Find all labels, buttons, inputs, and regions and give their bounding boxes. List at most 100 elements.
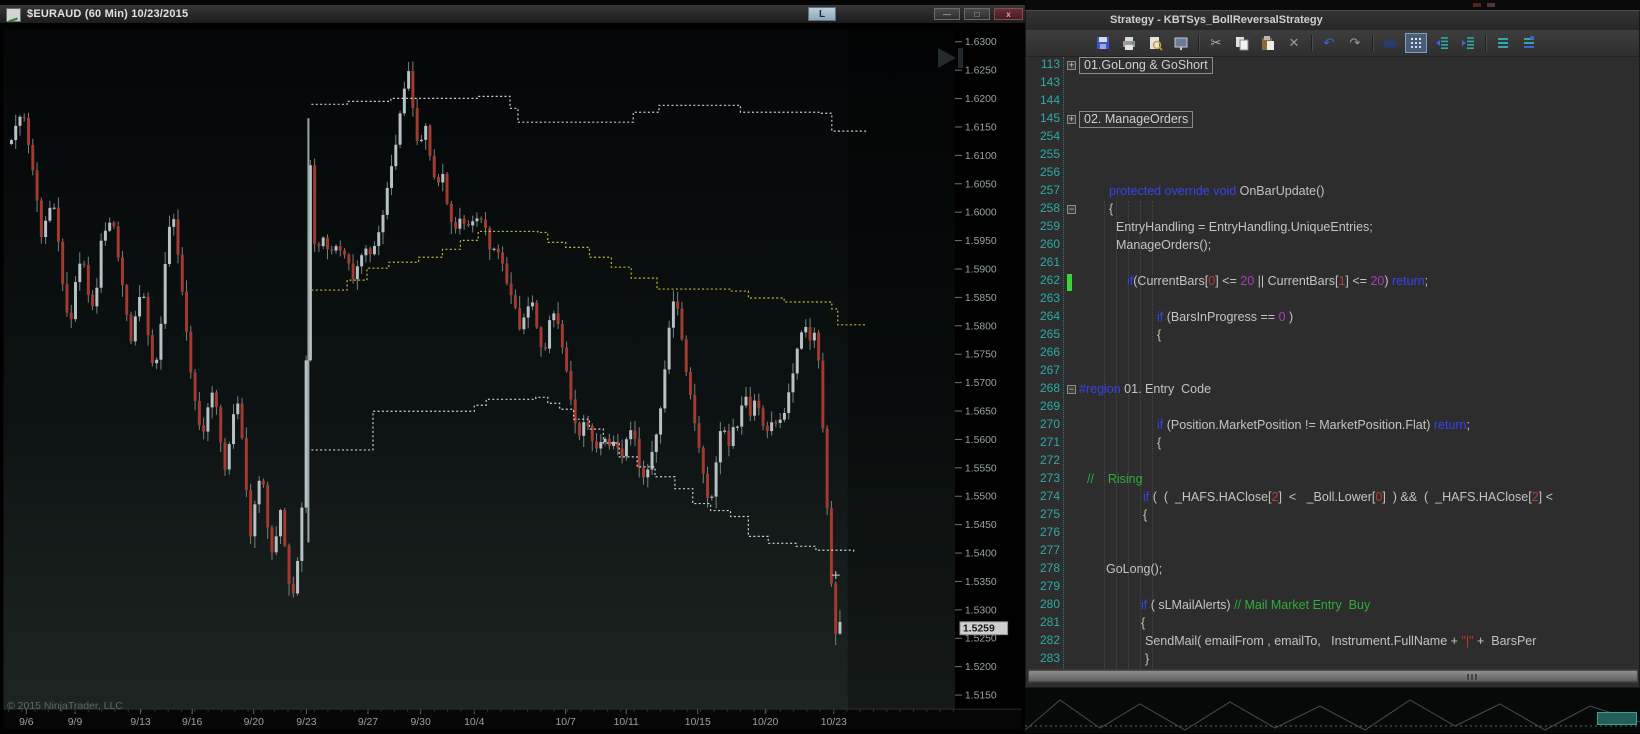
strategy-editor-window: Strategy - KBTSys_BollReversalStrategy ✂… (1025, 10, 1640, 688)
line-number: 254 (1039, 129, 1060, 143)
delete-icon[interactable]: ✕ (1283, 33, 1305, 53)
redo-icon[interactable]: ↷ (1344, 33, 1366, 53)
code-line[interactable]: 281 { (1026, 615, 1639, 633)
line-number: 145 (1039, 111, 1060, 125)
code-text: SendMail( emailFrom , emailTo, Instrumen… (1145, 634, 1537, 648)
bookmarks-icon[interactable] (1405, 33, 1427, 53)
code-line[interactable]: 262 if(CurrentBars[0] <= 20 || CurrentBar… (1026, 273, 1639, 291)
line-number: 270 (1039, 417, 1060, 431)
line-number: 264 (1039, 309, 1060, 323)
code-line[interactable]: 143 (1026, 75, 1639, 93)
code-text: EntryHandling = EntryHandling.UniqueEntr… (1116, 220, 1373, 234)
properties-icon-glyph (1174, 37, 1188, 50)
line-number: 269 (1039, 399, 1060, 413)
copy-icon[interactable] (1231, 33, 1253, 53)
indent-icon[interactable] (1457, 33, 1479, 53)
scrollbar-thumb[interactable] (1028, 670, 1638, 682)
code-line[interactable]: 255 (1026, 147, 1639, 165)
bookmarks-icon-glyph (1411, 38, 1421, 48)
paste-icon[interactable] (1257, 33, 1279, 53)
code-line[interactable]: 257 protected override void OnBarUpdate() (1026, 183, 1639, 201)
code-line[interactable]: 145 +02. ManageOrders (1026, 111, 1639, 129)
line-number: 272 (1039, 453, 1060, 467)
comment-icon[interactable] (1492, 33, 1514, 53)
price-axis-label: 1.5950 (965, 236, 997, 247)
uncomment-icon[interactable] (1518, 33, 1540, 53)
line-number: 265 (1039, 327, 1060, 341)
background-window-sliver (1025, 0, 1640, 10)
code-line[interactable]: 264 if (BarsInProgress == 0 ) (1026, 309, 1639, 327)
line-number: 280 (1039, 597, 1060, 611)
outdent-icon-glyph (1436, 37, 1448, 49)
fold-collapse-icon[interactable]: − (1067, 385, 1076, 394)
code-line[interactable]: 265 { (1026, 327, 1639, 345)
undo-icon[interactable]: ↶ (1318, 33, 1340, 53)
time-axis-label: 9/20 (244, 717, 264, 728)
code-line[interactable]: 277 (1026, 543, 1639, 561)
code-line[interactable]: 113 +01.GoLong & GoShort (1026, 57, 1639, 75)
code-line[interactable]: 282 SendMail( emailFrom , emailTo, Instru… (1026, 633, 1639, 651)
line-number: 262 (1039, 273, 1060, 287)
save-icon[interactable] (1092, 33, 1114, 53)
code-line[interactable]: 268− #region 01. Entry Code (1026, 381, 1639, 399)
code-line[interactable]: 275 { (1026, 507, 1639, 525)
code-line[interactable]: 144 (1026, 93, 1639, 111)
playback-icon[interactable] (936, 46, 970, 70)
code-line[interactable]: 279 (1026, 579, 1639, 597)
code-line[interactable]: 266 (1026, 345, 1639, 363)
cut-icon[interactable]: ✂ (1205, 33, 1227, 53)
code-line[interactable]: 273 // Rising (1026, 471, 1639, 489)
find-icon[interactable] (1379, 33, 1401, 53)
time-axis-label: 9/6 (19, 717, 34, 728)
code-line[interactable]: 260 ManageOrders(); (1026, 237, 1639, 255)
code-line[interactable]: 272 (1026, 453, 1639, 471)
collapsed-region-box[interactable]: 01.GoLong & GoShort (1079, 57, 1213, 74)
line-number: 273 (1039, 471, 1060, 485)
print-preview-icon[interactable] (1144, 33, 1166, 53)
line-number: 144 (1039, 93, 1060, 107)
code-line[interactable]: 271 { (1026, 435, 1639, 453)
editor-toolbar: ✂ ✕ ↶ ↷ (1026, 30, 1639, 57)
toolbar-separator (1485, 35, 1487, 51)
horizontal-scrollbar[interactable] (1028, 669, 1638, 683)
print-icon[interactable] (1118, 33, 1140, 53)
code-line[interactable]: 263 (1026, 291, 1639, 309)
strategy-window-titlebar[interactable]: Strategy - KBTSys_BollReversalStrategy (1026, 11, 1639, 31)
code-line[interactable]: 274 if ( ( _HAFS.HAClose[2] < _Boll.Lower… (1026, 489, 1639, 507)
code-line[interactable]: 283} (1026, 651, 1639, 669)
print-preview-icon-glyph (1150, 37, 1163, 51)
price-axis-label: 1.5900 (965, 264, 997, 275)
code-text: } (1145, 652, 1150, 666)
price-axis-label: 1.5150 (965, 691, 997, 702)
time-axis-label: 10/15 (685, 717, 711, 728)
code-line[interactable]: 256 (1026, 165, 1639, 183)
code-text: if (Position.MarketPosition != MarketPos… (1157, 418, 1470, 432)
code-editor[interactable]: 113 +01.GoLong & GoShort 143 144 145 +02. Man… (1026, 57, 1639, 669)
code-text: { (1143, 508, 1148, 522)
fold-expand-icon[interactable]: + (1067, 61, 1076, 70)
code-line[interactable]: 254 (1026, 129, 1639, 147)
background-chart-window (1025, 688, 1640, 733)
line-number: 277 (1039, 543, 1060, 557)
code-line[interactable]: 276 (1026, 525, 1639, 543)
code-line[interactable]: 280 if ( sLMailAlerts) // Mail Market Ent… (1026, 597, 1639, 615)
code-line[interactable]: 270 if (Position.MarketPosition != Market… (1026, 417, 1639, 435)
line-number: 283 (1039, 651, 1060, 665)
collapsed-region-box[interactable]: 02. ManageOrders (1079, 111, 1194, 128)
code-line[interactable]: 269 (1026, 399, 1639, 417)
code-line[interactable]: 278 GoLong(); (1026, 561, 1639, 579)
code-text: // Rising (1087, 472, 1143, 486)
code-line[interactable]: 258− { (1026, 201, 1639, 219)
code-text: { (1157, 328, 1162, 342)
fold-expand-icon[interactable]: + (1067, 115, 1076, 124)
price-axis-label: 1.5250 (965, 634, 997, 645)
indent-icon-glyph (1462, 37, 1474, 49)
code-line[interactable]: 267 (1026, 363, 1639, 381)
time-axis-label: 10/23 (821, 717, 847, 728)
code-line[interactable]: 259 EntryHandling = EntryHandling.UniqueE… (1026, 219, 1639, 237)
paste-icon-glyph (1262, 36, 1274, 50)
outdent-icon[interactable] (1431, 33, 1453, 53)
fold-collapse-icon[interactable]: − (1067, 205, 1076, 214)
code-line[interactable]: 261 (1026, 255, 1639, 273)
properties-icon[interactable] (1170, 33, 1192, 53)
